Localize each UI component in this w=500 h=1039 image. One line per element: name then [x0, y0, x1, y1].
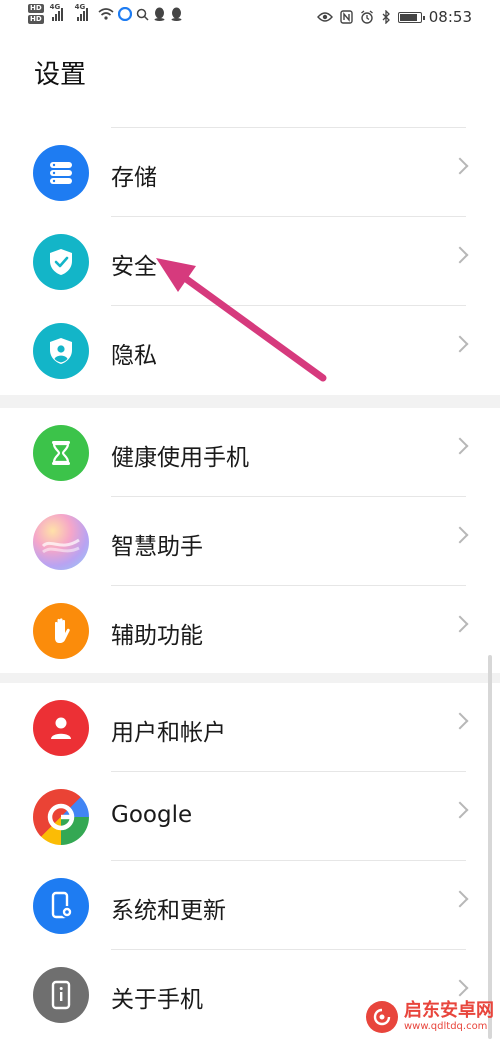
chevron-right-icon [451, 526, 469, 544]
watermark: 启东安卓网 www.qdltdq.com [366, 1001, 494, 1033]
nfc-icon [340, 10, 353, 24]
assistant-icon [33, 514, 89, 570]
chevron-right-icon [451, 335, 469, 353]
settings-item-label: 存储 [111, 165, 157, 191]
network-label: 4G [74, 3, 86, 11]
system-update-icon [33, 878, 89, 934]
settings-item-digital-balance[interactable]: 健康使用手机 [0, 408, 500, 497]
network-label: 4G [49, 3, 61, 11]
page-title: 设置 [34, 60, 87, 90]
settings-group-3: 用户和帐户 Google 系统和更新 关于手机 [0, 683, 500, 1039]
bluetooth-icon [382, 10, 390, 24]
user-icon [33, 700, 89, 756]
wifi-icon [98, 8, 114, 20]
privacy-icon [33, 323, 89, 379]
chevron-right-icon [451, 615, 469, 633]
chevron-right-icon [451, 801, 469, 819]
phone-info-icon [33, 967, 89, 1023]
settings-item-label: 隐私 [111, 343, 157, 369]
settings-item-google[interactable]: Google [0, 772, 500, 861]
settings-item-storage[interactable]: 存储 [0, 128, 500, 217]
qq-icon [171, 7, 182, 21]
settings-item-system-update[interactable]: 系统和更新 [0, 861, 500, 950]
settings-item-users-accounts[interactable]: 用户和帐户 [0, 683, 500, 772]
search-icon [136, 8, 149, 21]
watermark-url: www.qdltdq.com [404, 1021, 488, 1032]
settings-item-label: Google [111, 802, 193, 828]
hourglass-icon [33, 425, 89, 481]
scrollbar[interactable] [488, 655, 492, 1039]
storage-icon [33, 145, 89, 201]
chevron-right-icon [451, 712, 469, 730]
google-icon [33, 789, 89, 845]
signal-icon: 4G [50, 3, 63, 21]
eye-icon [316, 12, 333, 22]
chevron-right-icon [451, 890, 469, 908]
browser-icon [117, 7, 132, 21]
settings-item-security[interactable]: 安全 [0, 217, 500, 306]
qq-icon [154, 7, 165, 21]
settings-item-smart-assistant[interactable]: 智慧助手 [0, 497, 500, 586]
shield-check-icon [33, 234, 89, 290]
section-gap [0, 395, 500, 408]
settings-item-label: 用户和帐户 [111, 720, 226, 746]
settings-item-label: 安全 [111, 254, 157, 280]
hd-label: HD [28, 15, 44, 24]
settings-item-label: 系统和更新 [111, 898, 226, 924]
settings-group-2: 健康使用手机 智慧助手 辅助功能 [0, 408, 500, 675]
status-right: 08:53 [316, 8, 472, 26]
status-left: HD HD 4G 4G [28, 3, 183, 24]
status-bar: HD HD 4G 4G 08:53 [0, 0, 500, 36]
status-time: 08:53 [428, 8, 472, 26]
hd-icon: HD HD [28, 4, 44, 24]
signal-icon: 4G [75, 3, 88, 21]
settings-item-accessibility[interactable]: 辅助功能 [0, 586, 500, 675]
chevron-right-icon [451, 157, 469, 175]
settings-item-label: 健康使用手机 [111, 445, 249, 471]
settings-item-label: 智慧助手 [111, 534, 203, 560]
settings-item-label: 关于手机 [111, 987, 203, 1013]
settings-item-privacy[interactable]: 隐私 [0, 306, 500, 395]
battery-icon [397, 11, 425, 23]
chevron-right-icon [451, 979, 469, 997]
settings-group-1: 存储 安全 隐私 [0, 128, 500, 395]
hand-icon [33, 603, 89, 659]
hd-label: HD [28, 4, 44, 13]
watermark-name: 启东安卓网 [404, 1000, 494, 1021]
chevron-right-icon [451, 246, 469, 264]
alarm-icon [360, 10, 373, 24]
chevron-right-icon [451, 437, 469, 455]
watermark-logo-icon [366, 1001, 398, 1033]
settings-item-label: 辅助功能 [111, 623, 203, 649]
